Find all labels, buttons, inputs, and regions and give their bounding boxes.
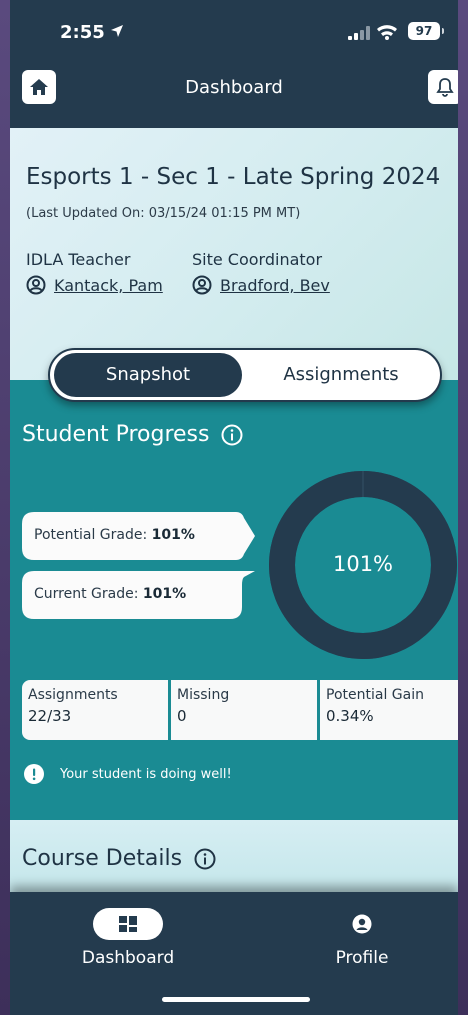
tab-profile-label: Profile [335,948,389,968]
assignments-stat-label: Assignments [28,687,118,703]
current-grade-text: Current Grade: 101% [34,586,186,602]
assignments-stat: Assignments 22/33 [22,680,168,740]
coordinator-name[interactable]: Bradford, Bev [220,276,330,295]
student-progress-heading: Student Progress [22,422,243,447]
current-grade-value: 101% [142,586,187,602]
course-header: Esports 1 - Sec 1 - Late Spring 2024 (La… [10,128,458,380]
home-indicator [162,997,310,1002]
status-notice: Your student is doing well! [24,764,232,784]
view-toggle: Snapshot Assignments [48,348,442,402]
tab-snapshot[interactable]: Snapshot [54,353,242,397]
coordinator-block: Site Coordinator Bradford, Bev [192,250,330,295]
teacher-name[interactable]: Kantack, Pam [54,276,163,295]
tab-profile-icon-wrap [327,908,397,940]
notifications-button[interactable] [428,70,458,104]
donut-value: 101% [332,552,394,576]
last-updated-text: (Last Updated On: 03/15/24 01:15 PM MT) [26,206,301,221]
course-details-title: Course Details [22,846,183,871]
page-title: Dashboard [185,77,283,98]
top-nav-bar: Dashboard [10,62,458,118]
course-details-heading: Course Details [22,846,216,871]
missing-stat-label: Missing [177,687,230,703]
potential-gain-stat-label: Potential Gain [326,687,424,703]
missing-stat: Missing 0 [171,680,317,740]
app-screen: 2:55 97 Dashboard Esports 1 - Sec 1 - La… [10,0,458,1015]
person-circle-icon [26,275,46,295]
grade-donut-chart: 101% [268,470,458,660]
person-circle-icon [192,275,212,295]
wifi-icon [377,25,397,40]
potential-grade-text: Potential Grade: 101% [34,527,195,543]
stats-row: Assignments 22/33 Missing 0 Potential Ga… [22,680,458,740]
potential-gain-stat: Potential Gain 0.34% [320,680,458,740]
current-grade-tag: Current Grade: 101% [22,571,255,619]
exclamation-icon [24,764,44,784]
bell-icon [436,78,454,97]
course-title: Esports 1 - Sec 1 - Late Spring 2024 [26,164,441,190]
coordinator-link[interactable]: Bradford, Bev [192,275,330,295]
info-icon[interactable] [221,424,243,446]
tab-assignments[interactable]: Assignments [246,353,436,397]
bottom-tab-bar: Dashboard Profile [10,892,458,1015]
course-details-section: Course Details [10,820,458,898]
background-strip-left [0,0,10,1015]
teacher-block: IDLA Teacher Kantack, Pam [26,250,163,295]
tab-dashboard-label: Dashboard [81,948,175,968]
status-bar: 2:55 97 [10,0,458,62]
info-icon[interactable] [194,848,216,870]
tab-dashboard-pill [93,908,163,940]
student-progress-title: Student Progress [22,422,210,447]
potential-grade-value: 101% [151,527,195,543]
potential-gain-stat-value: 0.34% [326,707,374,725]
battery-indicator: 97 [408,22,444,40]
tab-profile[interactable]: Profile [282,908,442,968]
dashboard-grid-icon [119,916,137,932]
assignments-stat-value: 22/33 [28,707,72,725]
missing-stat-value: 0 [177,707,187,725]
teacher-label: IDLA Teacher [26,250,131,269]
potential-grade-label: Potential Grade: [34,527,152,543]
potential-grade-tag: Potential Grade: 101% [22,512,255,560]
profile-icon [352,914,372,934]
signal-icon [348,26,370,40]
background-strip-right [458,0,468,1015]
status-time: 2:55 [60,22,105,43]
current-grade-label: Current Grade: [34,586,143,602]
teacher-link[interactable]: Kantack, Pam [26,275,163,295]
notice-text: Your student is doing well! [60,766,232,782]
tab-dashboard[interactable]: Dashboard [48,908,208,968]
coordinator-label: Site Coordinator [192,250,323,269]
location-arrow-icon [111,25,123,37]
